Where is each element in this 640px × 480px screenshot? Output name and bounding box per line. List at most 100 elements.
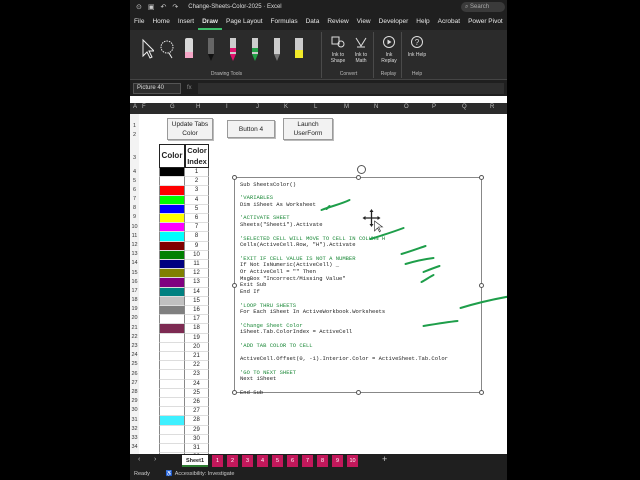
- menu-item-draw[interactable]: Draw: [198, 14, 222, 30]
- row-header[interactable]: 10: [130, 224, 139, 230]
- row-header[interactable]: 9: [130, 214, 139, 220]
- color-index-value[interactable]: 22: [185, 361, 209, 371]
- ink-to-shape-button[interactable]: Ink to Shape: [327, 35, 349, 64]
- color-index-value[interactable]: 31: [185, 444, 209, 454]
- color-index-value[interactable]: 15: [185, 296, 209, 306]
- sheet-tab-sheet1[interactable]: Sheet1: [182, 455, 208, 467]
- row-header[interactable]: 19: [130, 306, 139, 312]
- color-index-value[interactable]: 30: [185, 434, 209, 444]
- color-index-value[interactable]: 11: [185, 260, 209, 270]
- sheet-tab-5[interactable]: 5: [272, 455, 283, 467]
- color-swatch[interactable]: [159, 241, 185, 251]
- color-swatch[interactable]: [159, 416, 185, 426]
- color-index-value[interactable]: 5: [185, 204, 209, 214]
- color-swatch[interactable]: [159, 250, 185, 260]
- column-header-h[interactable]: H: [196, 104, 200, 110]
- row-header[interactable]: 22: [130, 334, 139, 340]
- row-header[interactable]: 16: [130, 279, 139, 285]
- color-swatch[interactable]: [159, 370, 185, 380]
- color-swatch[interactable]: [159, 168, 185, 178]
- update-tabs-color-button[interactable]: Update Tabs Color: [167, 118, 213, 140]
- sheet-tab-7[interactable]: 7: [302, 455, 313, 467]
- column-header-k[interactable]: K: [284, 104, 288, 110]
- color-index-value[interactable]: 17: [185, 315, 209, 325]
- color-index-value[interactable]: 3: [185, 186, 209, 196]
- color-index-value[interactable]: 25: [185, 388, 209, 398]
- column-header-g[interactable]: G: [170, 104, 175, 110]
- color-swatch[interactable]: [159, 195, 185, 205]
- resize-handle-bottom-right[interactable]: [479, 390, 484, 395]
- menu-item-power-pivot[interactable]: Power Pivot: [464, 14, 507, 30]
- color-swatch[interactable]: [159, 407, 185, 417]
- scroll-tabs-left-icon[interactable]: ‹: [138, 456, 140, 463]
- sheet-tab-3[interactable]: 3: [242, 455, 253, 467]
- menu-item-acrobat[interactable]: Acrobat: [434, 14, 464, 30]
- row-header[interactable]: 20: [130, 315, 139, 321]
- color-index-value[interactable]: 13: [185, 278, 209, 288]
- row-header[interactable]: 5: [130, 178, 139, 184]
- color-index-value[interactable]: 4: [185, 195, 209, 205]
- row-header[interactable]: 28: [130, 389, 139, 395]
- color-index-value[interactable]: 2: [185, 177, 209, 187]
- row-header[interactable]: 32: [130, 426, 139, 432]
- eraser-icon[interactable]: [182, 36, 196, 64]
- sheet-tab-1[interactable]: 1: [212, 455, 223, 467]
- row-header[interactable]: 15: [130, 270, 139, 276]
- color-index-value[interactable]: 16: [185, 306, 209, 316]
- color-swatch[interactable]: [159, 232, 185, 242]
- search-box[interactable]: ⌕ Search: [461, 2, 505, 12]
- row-header[interactable]: 2: [130, 132, 139, 138]
- row-header[interactable]: 4: [130, 169, 139, 175]
- column-header-a[interactable]: A: [133, 104, 137, 110]
- color-index-value[interactable]: 8: [185, 232, 209, 242]
- row-header[interactable]: 24: [130, 352, 139, 358]
- color-swatch[interactable]: [159, 425, 185, 435]
- menu-item-developer[interactable]: Developer: [375, 14, 413, 30]
- sheet-tab-2[interactable]: 2: [227, 455, 238, 467]
- row-header[interactable]: 11: [130, 233, 139, 239]
- ink-to-math-button[interactable]: Ink to Math: [350, 35, 372, 64]
- row-header[interactable]: 12: [130, 242, 139, 248]
- column-header-l[interactable]: L: [314, 104, 317, 110]
- color-index-value[interactable]: 24: [185, 379, 209, 389]
- color-index-value[interactable]: 21: [185, 352, 209, 362]
- color-swatch[interactable]: [159, 278, 185, 288]
- menu-item-help[interactable]: Help: [412, 14, 433, 30]
- color-swatch[interactable]: [159, 333, 185, 343]
- color-swatch[interactable]: [159, 361, 185, 371]
- row-header[interactable]: 14: [130, 260, 139, 266]
- color-swatch[interactable]: [159, 177, 185, 187]
- color-index-value[interactable]: 20: [185, 342, 209, 352]
- color-index-value[interactable]: 1: [185, 168, 209, 178]
- sheet-tab-8[interactable]: 8: [317, 455, 328, 467]
- pen-green-icon[interactable]: [248, 36, 262, 64]
- column-header-i[interactable]: I: [226, 104, 228, 110]
- rotate-handle-icon[interactable]: [357, 165, 366, 174]
- pen-magenta-icon[interactable]: [226, 36, 240, 64]
- resize-handle-top-left[interactable]: [232, 175, 237, 180]
- row-header[interactable]: 30: [130, 407, 139, 413]
- color-swatch[interactable]: [159, 260, 185, 270]
- launch-userform-button[interactable]: Launch UserForm: [283, 118, 333, 140]
- column-header-j[interactable]: J: [256, 104, 259, 110]
- worksheet-grid[interactable]: Update Tabs Color Button 4 Launch UserFo…: [139, 114, 507, 463]
- color-swatch[interactable]: [159, 352, 185, 362]
- fx-icon[interactable]: fx: [187, 85, 192, 91]
- sheet-tab-9[interactable]: 9: [332, 455, 343, 467]
- color-swatch[interactable]: [159, 204, 185, 214]
- select-arrow-icon[interactable]: [140, 36, 154, 64]
- sheet-tab-6[interactable]: 6: [287, 455, 298, 467]
- resize-handle-top[interactable]: [356, 175, 361, 180]
- undo-icon[interactable]: ↶: [161, 3, 167, 11]
- color-swatch[interactable]: [159, 223, 185, 233]
- autosave-toggle-icon[interactable]: ⊙: [136, 3, 142, 11]
- menu-item-formulas[interactable]: Formulas: [267, 14, 302, 30]
- color-swatch[interactable]: [159, 388, 185, 398]
- resize-handle-right[interactable]: [479, 283, 484, 288]
- color-swatch[interactable]: [159, 324, 185, 334]
- redo-icon[interactable]: ↷: [172, 3, 178, 11]
- color-index-value[interactable]: 29: [185, 425, 209, 435]
- row-header[interactable]: 3: [130, 155, 139, 161]
- color-swatch[interactable]: [159, 315, 185, 325]
- pencil-gray-icon[interactable]: [270, 36, 284, 64]
